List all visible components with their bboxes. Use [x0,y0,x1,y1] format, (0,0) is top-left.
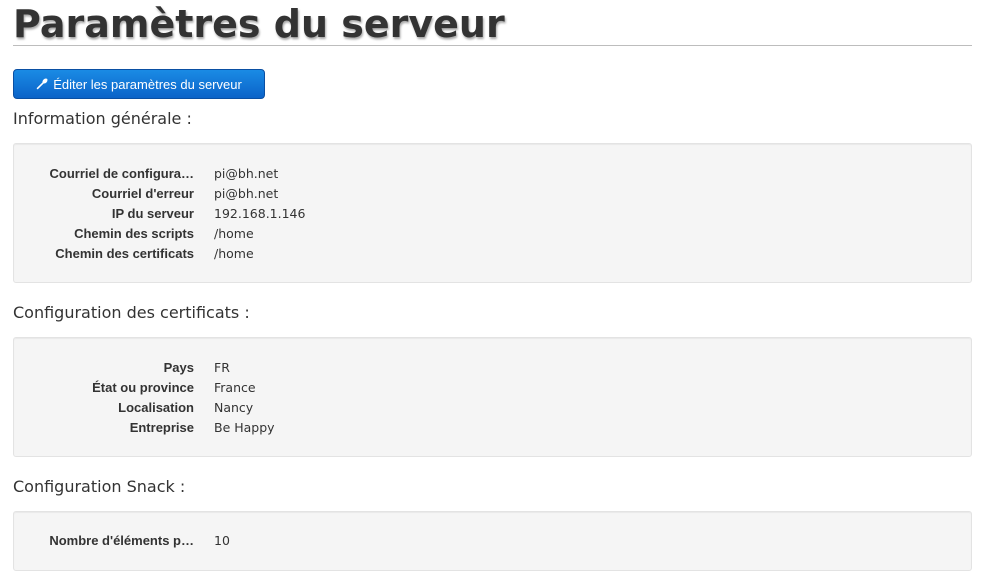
server-settings-page: Paramètres du serveur Éditer les paramèt… [0,0,988,582]
general-info-panel: Courriel de configura… pi@bh.net Courrie… [13,143,972,283]
page-title: Paramètres du serveur [13,2,505,46]
field-label: Courriel de configura… [49,166,194,181]
list-item: Chemin des scripts /home [14,224,954,244]
field-value: FR [214,360,230,375]
list-item: Entreprise Be Happy [14,418,954,438]
field-label: Nombre d'éléments p… [49,533,194,548]
wrench-icon [36,78,48,90]
section-heading-snack: Configuration Snack : [13,477,186,496]
list-item: Localisation Nancy [14,398,954,418]
title-divider [13,45,972,46]
field-value: /home [214,226,254,241]
list-item: Chemin des certificats /home [14,244,954,264]
field-value: 192.168.1.146 [214,206,306,221]
list-item: Courriel de configura… pi@bh.net [14,164,954,184]
field-label: État ou province [92,380,194,395]
field-value: /home [214,246,254,261]
list-item: IP du serveur 192.168.1.146 [14,204,954,224]
list-item: État ou province France [14,378,954,398]
list-item: Nombre d'éléments p… 10 [14,531,954,551]
edit-server-settings-button[interactable]: Éditer les paramètres du serveur [13,69,265,99]
field-value: pi@bh.net [214,186,279,201]
section-heading-certificates: Configuration des certificats : [13,303,250,322]
field-label: Chemin des certificats [55,246,194,261]
field-value: Nancy [214,400,254,415]
field-label: Courriel d'erreur [91,186,194,201]
section-heading-general: Information générale : [13,109,192,128]
field-value: 10 [214,533,230,548]
field-label: Chemin des scripts [74,226,194,241]
certificates-panel: Pays FR État ou province France Localisa… [13,337,972,457]
field-label: IP du serveur [111,206,194,221]
list-item: Courriel d'erreur pi@bh.net [14,184,954,204]
field-value: France [214,380,256,395]
field-label: Entreprise [129,420,194,435]
field-value: Be Happy [214,420,275,435]
snack-panel: Nombre d'éléments p… 10 [13,511,972,571]
field-value: pi@bh.net [214,166,279,181]
field-label: Pays [163,360,194,375]
list-item: Pays FR [14,358,954,378]
edit-server-settings-label: Éditer les paramètres du serveur [53,76,242,92]
field-label: Localisation [118,400,194,415]
